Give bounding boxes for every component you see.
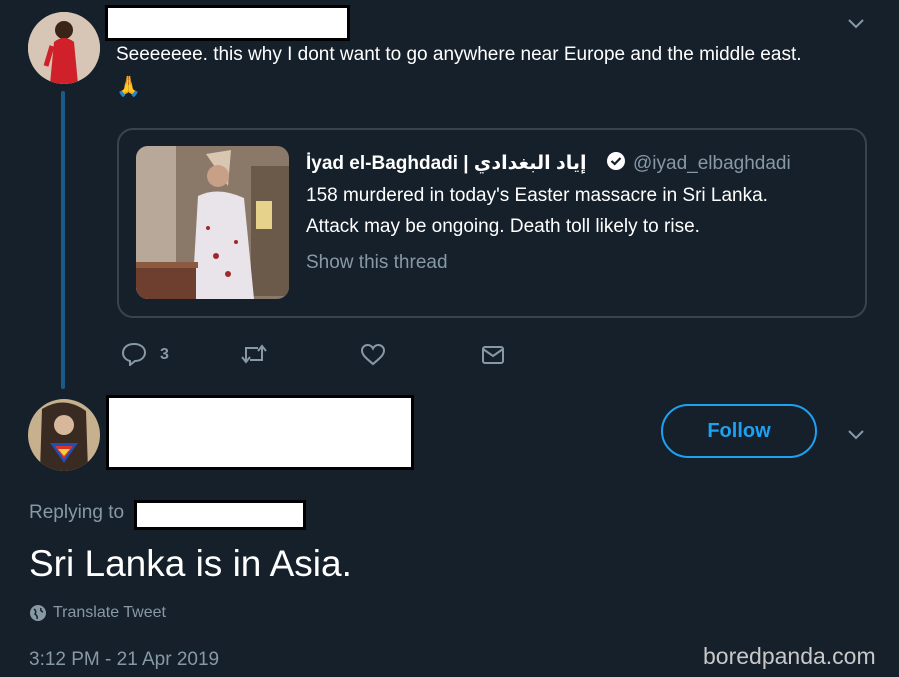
tweet-text: Sri Lanka is in Asia. (29, 543, 352, 584)
verified-badge-icon (606, 151, 626, 171)
redacted-username (105, 5, 350, 41)
reply-icon[interactable] (121, 342, 147, 366)
globe-icon[interactable] (29, 604, 47, 622)
quoted-handle[interactable]: @iyad_elbaghdadi (633, 153, 791, 175)
chevron-down-icon[interactable] (846, 17, 866, 31)
emoji: 🙏 (116, 76, 141, 98)
redacted-username (106, 395, 414, 470)
like-icon[interactable] (360, 343, 386, 367)
tweet-text: Seeeeeee. this why I dont want to go any… (116, 44, 802, 65)
avatar[interactable] (28, 12, 100, 84)
translate-tweet-link[interactable]: Translate Tweet (53, 604, 166, 622)
follow-button[interactable]: Follow (661, 404, 817, 458)
redacted-reply-handle (134, 500, 306, 530)
follow-button-label: Follow (707, 419, 771, 442)
replying-to-label: Replying to (29, 502, 125, 523)
quoted-tweet-line: 158 murdered in today's Easter massacre … (306, 185, 768, 206)
quoted-tweet-image[interactable] (136, 146, 289, 299)
retweet-icon[interactable] (240, 343, 268, 365)
message-icon[interactable] (481, 345, 505, 365)
show-thread-link[interactable]: Show this thread (306, 252, 448, 274)
avatar[interactable] (28, 399, 100, 471)
chevron-down-icon[interactable] (846, 428, 866, 442)
quoted-author-name[interactable]: İyad el-Baghdadi | إياد البغدادي (306, 152, 587, 175)
reply-count: 3 (160, 346, 169, 363)
timestamp[interactable]: 3:12 PM - 21 Apr 2019 (29, 649, 219, 671)
quoted-tweet-line: Attack may be ongoing. Death toll likely… (306, 216, 700, 237)
thread-line (61, 91, 65, 389)
watermark: boredpanda.com (703, 643, 876, 669)
